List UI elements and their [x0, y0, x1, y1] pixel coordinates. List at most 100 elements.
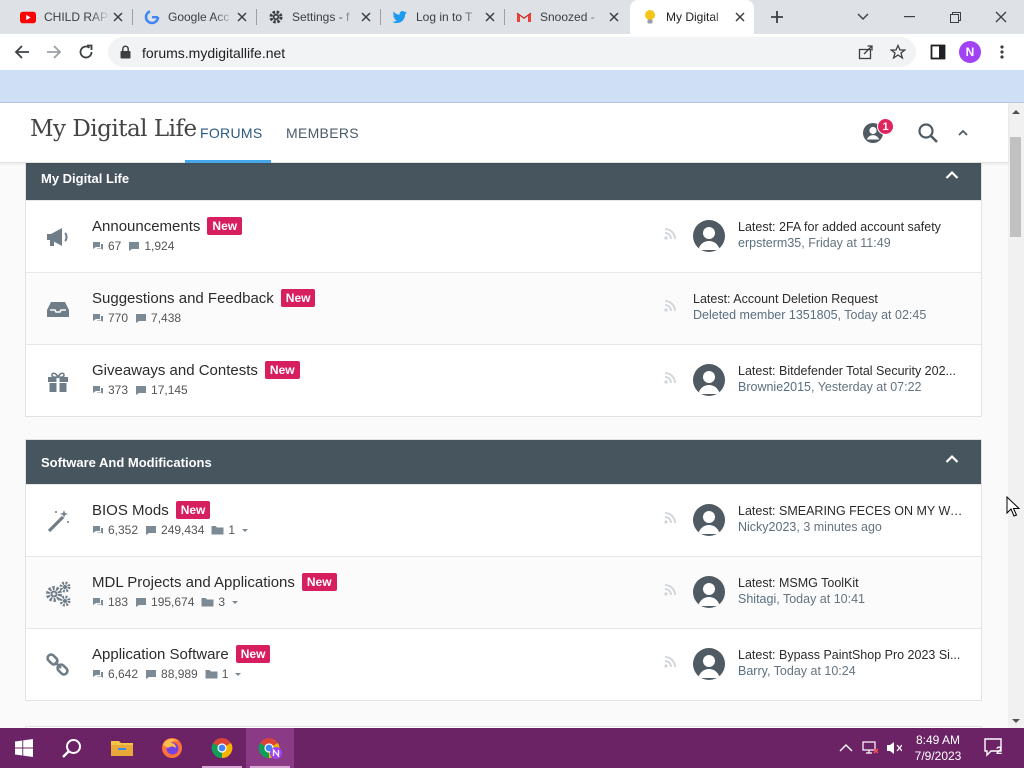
tab-youtube[interactable]: CHILD RAPE — [8, 0, 133, 34]
share-icon[interactable] — [858, 44, 874, 60]
search-icon[interactable] — [917, 122, 939, 144]
restore-button[interactable] — [932, 0, 978, 34]
tab-title: Google Acc — [168, 10, 230, 24]
url-text[interactable]: forums.mydigitallife.net — [142, 45, 285, 61]
profile-avatar[interactable]: N — [959, 41, 981, 63]
new-tab-button[interactable] — [765, 5, 789, 29]
forward-button[interactable] — [42, 40, 66, 64]
latest-time[interactable]: Today at 10:41 — [783, 592, 865, 606]
latest-thread-link[interactable]: Latest: MSMG ToolKit — [738, 576, 968, 590]
category-title[interactable]: Software And Modifications — [41, 455, 212, 470]
latest-time[interactable]: 3 minutes ago — [803, 520, 882, 534]
subforums-count: 1 — [228, 523, 236, 537]
address-bar[interactable]: forums.mydigitallife.net — [108, 37, 916, 67]
site-logo[interactable]: My Digital Life — [30, 116, 197, 142]
messages-icon — [136, 313, 147, 323]
latest-time[interactable]: Today at 10:24 — [774, 664, 856, 678]
tab-title: My Digital — [666, 10, 719, 24]
close-window-button[interactable] — [978, 0, 1024, 34]
show-hidden-icons-chevron-icon[interactable] — [838, 740, 854, 756]
subforums-dropdown[interactable]: 1 — [211, 523, 253, 537]
back-button[interactable] — [10, 40, 34, 64]
start-button[interactable] — [0, 728, 48, 768]
latest-user[interactable]: Deleted member 1351805 — [693, 308, 838, 322]
alerts-count-badge[interactable]: 1 — [877, 118, 894, 135]
forum-title-link[interactable]: Giveaways and Contests — [92, 362, 258, 379]
google-icon — [144, 9, 160, 25]
category-block: Software And Modifications BIOS Mods New … — [25, 439, 982, 701]
avatar[interactable] — [693, 576, 725, 608]
action-center-button[interactable]: 2 — [984, 738, 1006, 758]
network-icon[interactable] — [862, 740, 878, 756]
forum-title-link[interactable]: Suggestions and Feedback — [92, 290, 274, 307]
category-title[interactable]: My Digital Life — [41, 171, 129, 186]
avatar[interactable] — [693, 220, 725, 252]
latest-time[interactable]: Friday at 11:49 — [808, 236, 890, 250]
system-clock[interactable]: 8:49 AM 7/9/2023 — [908, 732, 968, 764]
forum-title-link[interactable]: Announcements — [92, 218, 200, 235]
category-header[interactable]: Software And Modifications — [26, 440, 981, 484]
close-tab-icon[interactable] — [606, 9, 622, 25]
bookmark-star-icon[interactable] — [890, 44, 906, 60]
reload-button[interactable] — [74, 40, 98, 64]
forum-node[interactable]: Suggestions and Feedback New 770 7,438 La… — [26, 272, 981, 344]
lock-icon[interactable] — [120, 45, 131, 59]
subforums-dropdown[interactable]: 1 — [205, 667, 247, 681]
forum-node[interactable]: MDL Projects and Applications New 183 195… — [26, 556, 981, 628]
tab-search-button[interactable] — [840, 0, 886, 34]
category-block: My Digital Life Announcements New 67 1,92… — [25, 163, 982, 417]
latest-user[interactable]: Brownie2015 — [738, 380, 811, 394]
latest-time[interactable]: Today at 02:45 — [844, 308, 926, 322]
forum-node[interactable]: Application Software New 6,642 88,989 1 L… — [26, 628, 981, 700]
latest-thread-link[interactable]: Latest: Account Deletion Request — [693, 292, 923, 306]
latest-thread-link[interactable]: Latest: Bitdefender Total Security 202..… — [738, 364, 968, 378]
folder-icon — [201, 598, 214, 607]
close-tab-icon[interactable] — [482, 9, 498, 25]
side-panel-button[interactable] — [926, 40, 950, 64]
taskbar-firefox[interactable] — [148, 728, 196, 768]
close-tab-icon[interactable] — [110, 9, 126, 25]
forum-node[interactable]: Announcements New 67 1,924 Latest: 2FA fo… — [26, 200, 981, 272]
taskbar-file-explorer[interactable] — [98, 728, 146, 768]
minimize-button[interactable] — [886, 0, 932, 34]
latest-thread-link[interactable]: Latest: SMEARING FECES ON MY WA... — [738, 504, 968, 518]
tab-google-account[interactable]: Google Acc — [132, 0, 257, 34]
chrome-menu-button[interactable] — [990, 40, 1014, 64]
close-tab-icon[interactable] — [358, 9, 374, 25]
taskbar-chrome[interactable] — [198, 728, 246, 768]
close-tab-icon[interactable] — [234, 9, 250, 25]
tab-settings[interactable]: Settings - f — [256, 0, 381, 34]
latest-thread-link[interactable]: Latest: Bypass PaintShop Pro 2023 Si... — [738, 648, 968, 662]
forum-title-link[interactable]: MDL Projects and Applications — [92, 574, 295, 591]
latest-time[interactable]: Yesterday at 07:22 — [818, 380, 922, 394]
latest-user[interactable]: Nicky2023 — [738, 520, 796, 534]
volume-muted-icon[interactable] — [886, 740, 902, 756]
close-tab-icon[interactable] — [732, 9, 748, 25]
scrollbar-thumb[interactable] — [1010, 137, 1021, 237]
latest-user[interactable]: Shitagi — [738, 592, 776, 606]
nav-forums[interactable]: FORUMS — [200, 125, 262, 141]
taskbar-chrome-profile[interactable] — [246, 728, 294, 768]
tab-gmail[interactable]: Snoozed - — [504, 0, 628, 34]
chevron-up-icon[interactable] — [952, 122, 974, 144]
messages-icon — [129, 241, 140, 251]
tab-my-digital-life[interactable]: My Digital — [630, 0, 754, 34]
avatar[interactable] — [693, 364, 725, 396]
tab-twitter[interactable]: Log in to T — [380, 0, 505, 34]
latest-user[interactable]: erpsterm35 — [738, 236, 801, 250]
category-header[interactable]: My Digital Life — [26, 163, 981, 200]
messages-count: 195,674 — [151, 595, 195, 609]
forum-title-link[interactable]: Application Software — [92, 646, 229, 663]
latest-user[interactable]: Barry — [738, 664, 767, 678]
avatar[interactable] — [693, 648, 725, 680]
subforums-dropdown[interactable]: 3 — [201, 595, 243, 609]
nav-members[interactable]: MEMBERS — [286, 125, 359, 141]
latest-thread-link[interactable]: Latest: 2FA for added account safety — [738, 220, 968, 234]
avatar[interactable] — [693, 504, 725, 536]
caret-down-icon — [235, 672, 242, 676]
taskbar-search-button[interactable] — [48, 728, 96, 768]
forum-node[interactable]: Giveaways and Contests New 373 17,145 Lat… — [26, 344, 981, 416]
forum-node[interactable]: BIOS Mods New 6,352 249,434 1 Latest: SME… — [26, 484, 981, 556]
nav-active-indicator — [185, 160, 271, 163]
forum-title-link[interactable]: BIOS Mods — [92, 502, 169, 519]
